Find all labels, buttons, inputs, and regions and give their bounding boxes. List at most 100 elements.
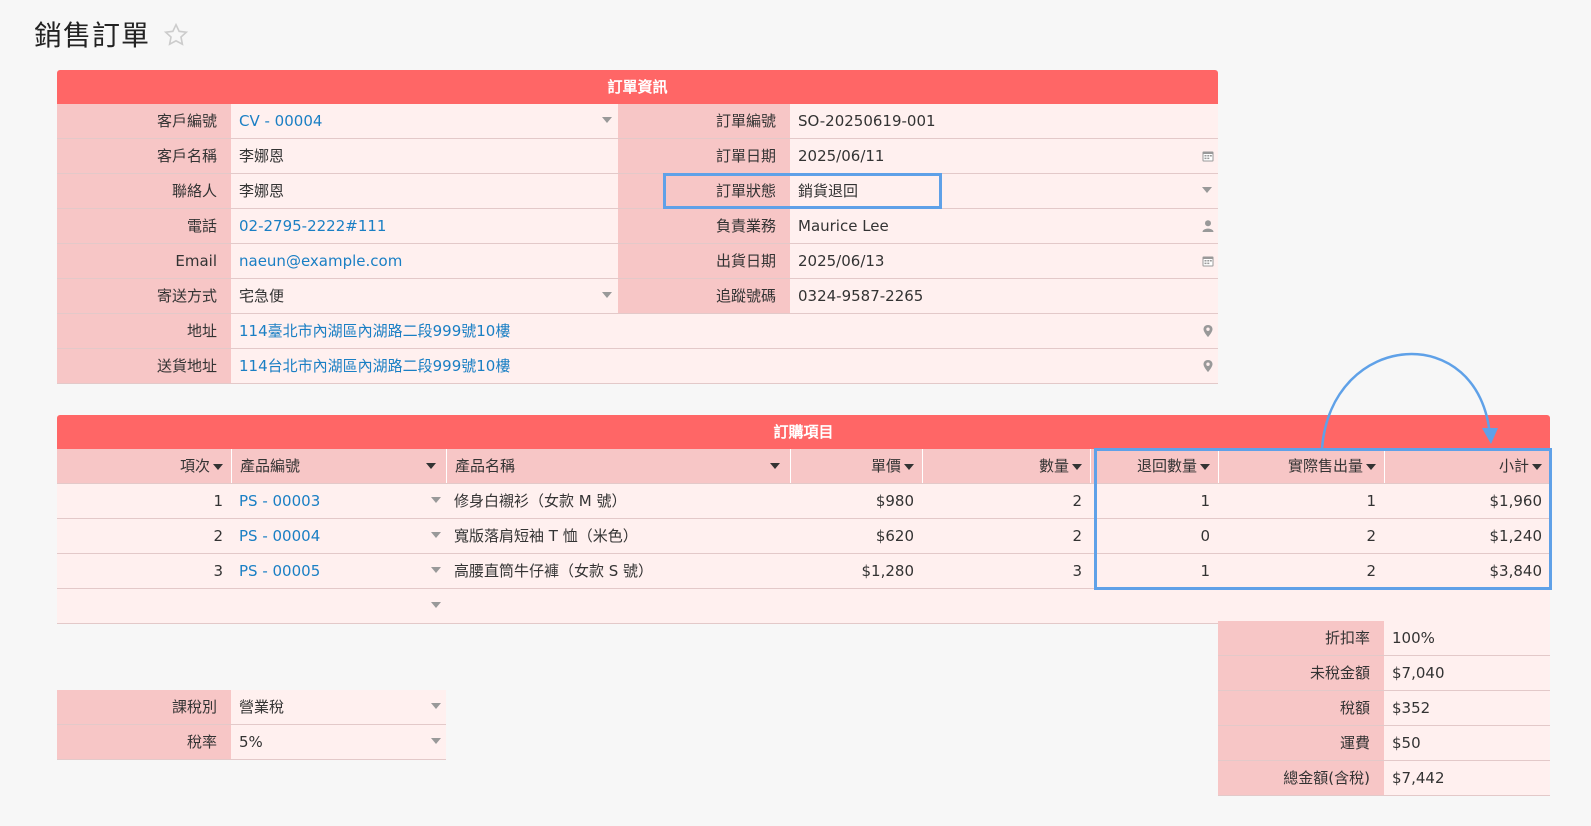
cell-price: $1,280 xyxy=(790,554,922,588)
annotation-arrow xyxy=(1320,353,1498,449)
field-label: Email xyxy=(57,244,231,278)
dropdown-caret-icon[interactable] xyxy=(431,497,441,503)
column-header[interactable]: 數量 xyxy=(922,449,1090,483)
sort-caret-icon[interactable] xyxy=(426,463,436,469)
cell-ret: 0 xyxy=(1090,519,1218,553)
field-value[interactable]: 李娜恩 xyxy=(231,139,618,173)
cell-code[interactable]: PS - 00003 xyxy=(231,484,446,518)
dropdown-caret-icon[interactable] xyxy=(431,532,441,538)
address-value[interactable]: 114臺北市內湖區內湖路二段999號10樓 xyxy=(231,314,1218,348)
sort-caret-icon[interactable] xyxy=(1532,463,1542,470)
sort-caret-icon[interactable] xyxy=(770,463,780,469)
calendar-icon[interactable] xyxy=(1201,149,1215,163)
field-value: $7,442 xyxy=(1384,761,1550,795)
dropdown-caret-icon[interactable] xyxy=(431,602,441,608)
column-header-label: 單價 xyxy=(870,457,901,475)
cell-no: 3 xyxy=(57,554,231,588)
field-label: 客戶名稱 xyxy=(57,139,231,173)
sort-caret-icon[interactable] xyxy=(1366,463,1376,470)
cell-qty: 2 xyxy=(922,519,1090,553)
field-value[interactable]: Maurice Lee xyxy=(790,209,1218,243)
field-label: 折扣率 xyxy=(1218,621,1384,655)
totals-row: 運費 $50 xyxy=(1218,726,1550,761)
cell-qty: 2 xyxy=(922,484,1090,518)
field-value[interactable]: 0324-9587-2265 xyxy=(790,279,1218,313)
cell-sold: 2 xyxy=(1218,554,1384,588)
field-value[interactable]: 02-2795-2222#111 xyxy=(231,209,618,243)
field-label: 訂單狀態 xyxy=(618,174,790,208)
dropdown-caret-icon[interactable] xyxy=(1202,187,1212,193)
field-value[interactable]: naeun@example.com xyxy=(231,244,618,278)
cell-qty: 3 xyxy=(922,554,1090,588)
sort-caret-icon[interactable] xyxy=(213,463,223,470)
column-header[interactable]: 產品名稱 xyxy=(446,449,790,483)
calendar-icon[interactable] xyxy=(1201,254,1215,268)
order-info-row: 客戶編號 CV - 00004 訂單編號 SO-20250619-001 xyxy=(57,104,1218,139)
field-value[interactable]: 銷貨退回 xyxy=(790,174,1218,208)
field-label: 訂單日期 xyxy=(618,139,790,173)
field-value[interactable]: 宅急便 xyxy=(231,279,618,313)
totals-table: 折扣率 100% 未稅金額 $7,040 稅額 $352 運費 $50 總金額(含稅) $7,44… xyxy=(1218,621,1550,796)
address-value[interactable]: 114台北市內湖區內湖路二段999號10樓 xyxy=(231,349,1218,383)
field-label: 未稅金額 xyxy=(1218,656,1384,690)
totals-row: 稅額 $352 xyxy=(1218,691,1550,726)
cell-sub: $1,960 xyxy=(1384,484,1550,518)
field-value[interactable]: 5% xyxy=(231,725,446,759)
cell-price: $980 xyxy=(790,484,922,518)
column-header[interactable]: 產品編號 xyxy=(231,449,446,483)
order-info-row: 送貨地址 114台北市內湖區內湖路二段999號10樓 xyxy=(57,349,1218,384)
sort-caret-icon[interactable] xyxy=(1200,463,1210,470)
sort-caret-icon[interactable] xyxy=(904,463,914,470)
order-info-row: 寄送方式 宅急便 追蹤號碼 0324-9587-2265 xyxy=(57,279,1218,314)
order-info-row: 電話 02-2795-2222#111 負責業務 Maurice Lee xyxy=(57,209,1218,244)
cell-code[interactable]: PS - 00004 xyxy=(231,519,446,553)
field-label: 地址 xyxy=(57,314,231,348)
cell-price: $620 xyxy=(790,519,922,553)
order-info-header: 訂單資訊 xyxy=(57,70,1218,104)
order-info-row: Email naeun@example.com 出貨日期 2025/06/13 xyxy=(57,244,1218,279)
person-icon[interactable] xyxy=(1201,219,1215,233)
column-header[interactable]: 項次 xyxy=(57,449,231,483)
cell-ret: 1 xyxy=(1090,484,1218,518)
dropdown-caret-icon[interactable] xyxy=(431,738,441,744)
field-label: 負責業務 xyxy=(618,209,790,243)
column-header-label: 項次 xyxy=(179,457,210,475)
field-value[interactable]: 營業稅 xyxy=(231,690,446,724)
field-label: 運費 xyxy=(1218,726,1384,760)
cell-name: 修身白襯衫（女款 M 號） xyxy=(446,484,790,518)
column-header[interactable]: 退回數量 xyxy=(1090,449,1218,483)
field-value[interactable]: 2025/06/11 xyxy=(790,139,1218,173)
field-value[interactable]: CV - 00004 xyxy=(231,104,618,138)
field-label: 追蹤號碼 xyxy=(618,279,790,313)
cell-no: 1 xyxy=(57,484,231,518)
column-header-label: 產品名稱 xyxy=(455,457,516,475)
cell-name: 高腰直筒牛仔褲（女款 S 號） xyxy=(446,554,790,588)
cell-no: 2 xyxy=(57,519,231,553)
field-value[interactable]: SO-20250619-001 xyxy=(790,104,1218,138)
cell-sold: 1 xyxy=(1218,484,1384,518)
table-row: 3 PS - 00005 高腰直筒牛仔褲（女款 S 號） $1,280 3 1 2 $3,84… xyxy=(57,554,1550,589)
tax-row: 稅率 5% xyxy=(57,725,446,760)
dropdown-caret-icon[interactable] xyxy=(431,703,441,709)
field-label: 出貨日期 xyxy=(618,244,790,278)
map-pin-icon[interactable] xyxy=(1201,324,1215,338)
dropdown-caret-icon[interactable] xyxy=(602,117,612,123)
dropdown-caret-icon[interactable] xyxy=(602,292,612,298)
field-value: $50 xyxy=(1384,726,1550,760)
dropdown-caret-icon[interactable] xyxy=(431,567,441,573)
table-row: 2 PS - 00004 寬版落肩短袖 T 恤（米色） $620 2 0 2 $1,240 xyxy=(57,519,1550,554)
map-pin-icon[interactable] xyxy=(1201,359,1215,373)
cell-code[interactable]: PS - 00005 xyxy=(231,554,446,588)
field-value[interactable]: 李娜恩 xyxy=(231,174,618,208)
table-row-empty[interactable] xyxy=(57,589,1550,624)
cell-sold: 2 xyxy=(1218,519,1384,553)
field-value: 100% xyxy=(1384,621,1550,655)
field-label: 電話 xyxy=(57,209,231,243)
order-info-row: 聯絡人 李娜恩 訂單狀態 銷貨退回 xyxy=(57,174,1218,209)
field-value[interactable]: 2025/06/13 xyxy=(790,244,1218,278)
star-icon[interactable] xyxy=(163,22,189,48)
column-header-label: 退回數量 xyxy=(1136,457,1197,475)
column-header[interactable]: 單價 xyxy=(790,449,922,483)
sort-caret-icon[interactable] xyxy=(1072,463,1082,470)
totals-row: 折扣率 100% xyxy=(1218,621,1550,656)
